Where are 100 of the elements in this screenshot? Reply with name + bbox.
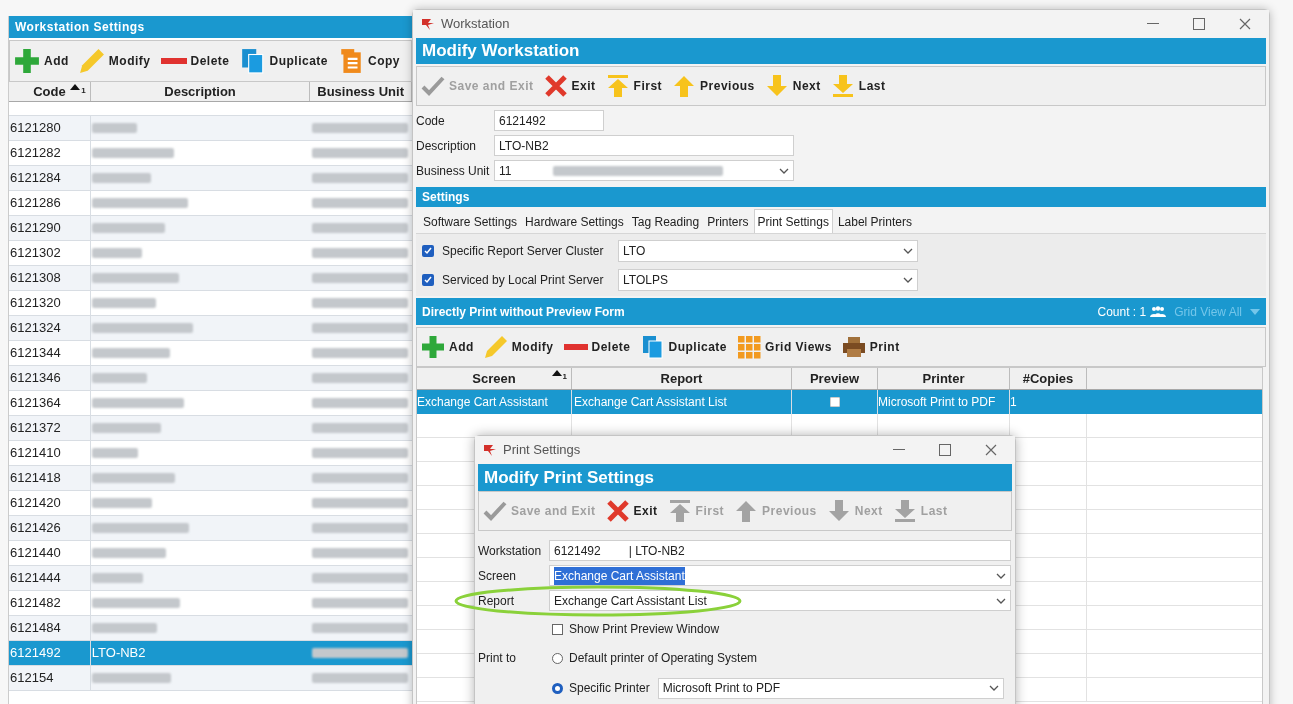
dropdown-field[interactable]: Microsoft Print to PDF xyxy=(657,677,1004,699)
column-header[interactable]: Preview xyxy=(792,368,878,389)
tab[interactable]: Printers xyxy=(704,211,752,233)
table-cell: 6121482 xyxy=(9,591,91,615)
chevron-down-icon xyxy=(903,247,913,254)
table-row[interactable]: 6121440 xyxy=(9,541,412,566)
table-row[interactable]: 6121282 xyxy=(9,141,412,166)
pencil-icon xyxy=(483,335,508,359)
tab[interactable]: Software Settings xyxy=(420,211,521,233)
field-label: Code xyxy=(416,112,446,130)
table-cell: 6121444 xyxy=(9,566,91,590)
toolbar-button[interactable]: Duplicate xyxy=(640,335,728,359)
blurred-text xyxy=(91,448,138,458)
column-header[interactable]: #Copies xyxy=(1010,368,1087,389)
tab[interactable]: Print Settings xyxy=(753,209,833,233)
toolbar-button[interactable]: Add xyxy=(421,335,474,359)
input-field[interactable]: 6121492 xyxy=(494,110,604,131)
chevron-down-icon xyxy=(779,167,789,174)
dropdown-field[interactable]: 11 xyxy=(494,160,794,181)
toolbar-button[interactable]: Print xyxy=(841,335,900,359)
radio-button[interactable] xyxy=(552,652,563,664)
panel-title: Workstation Settings xyxy=(9,16,412,38)
table-row[interactable]: 6121308 xyxy=(9,266,412,291)
tab[interactable]: Label Printers xyxy=(834,211,915,233)
toolbar-button[interactable]: Delete xyxy=(160,52,230,70)
minimize-icon[interactable] xyxy=(893,449,905,451)
table-cell-text: 1 xyxy=(1010,394,1018,411)
minimize-icon[interactable] xyxy=(1147,23,1159,25)
pencil-icon xyxy=(78,48,105,74)
table-row[interactable]: 6121346 xyxy=(9,366,412,391)
column-header[interactable]: Report xyxy=(572,368,792,389)
column-header[interactable]: Screen 1 xyxy=(417,368,572,389)
maximize-icon[interactable] xyxy=(939,444,951,456)
form-header: Modify Workstation xyxy=(416,38,1266,64)
close-icon[interactable] xyxy=(1239,18,1251,30)
chevron-down-icon xyxy=(996,597,1006,604)
input-field[interactable]: 6121492 | LTO-NB2 xyxy=(549,540,1011,561)
blurred-text xyxy=(91,573,143,583)
table-row[interactable]: 6121482 xyxy=(9,591,412,616)
table-row[interactable]: 6121324 xyxy=(9,316,412,341)
table-row[interactable]: 6121426 xyxy=(9,516,412,541)
column-header[interactable]: Description xyxy=(90,82,311,101)
window-title: Print Settings xyxy=(503,441,581,460)
column-header[interactable]: Code 1 xyxy=(9,82,91,101)
toolbar-button[interactable]: Modify xyxy=(78,48,151,74)
form-header: Modify Print Settings xyxy=(478,464,1012,491)
toolbar-button[interactable]: Exit xyxy=(543,74,596,98)
arrow-down-bar-icon xyxy=(892,499,917,523)
dropdown-field[interactable]: Exchange Cart Assistant xyxy=(549,565,1011,586)
toolbar-button[interactable]: Delete xyxy=(563,338,631,356)
table-row[interactable]: 6121372 xyxy=(9,416,412,441)
x-icon xyxy=(605,499,630,523)
toolbar-button[interactable]: Next xyxy=(764,74,821,98)
table-row[interactable]: 612154 xyxy=(9,666,412,691)
column-header[interactable]: Printer xyxy=(878,368,1010,389)
table-row[interactable]: 6121320 xyxy=(9,291,412,316)
toolbar-button[interactable]: Add xyxy=(14,48,69,74)
blurred-text xyxy=(91,173,151,183)
table-row[interactable]: 6121410 xyxy=(9,441,412,466)
toolbar-button[interactable]: Previous xyxy=(672,74,755,98)
toolbar-button[interactable]: First xyxy=(605,74,663,98)
toolbar-button[interactable]: Copy xyxy=(338,48,401,74)
table-row[interactable]: 6121418 xyxy=(9,466,412,491)
radio-button[interactable] xyxy=(552,682,563,694)
chevron-down-icon xyxy=(903,276,913,283)
table-row[interactable]: 6121364 xyxy=(9,391,412,416)
checkbox[interactable] xyxy=(552,623,563,635)
table-row[interactable]: 6121344 xyxy=(9,341,412,366)
table-row[interactable]: 6121420 xyxy=(9,491,412,516)
toolbar-button[interactable]: Exit xyxy=(605,499,658,523)
table-row[interactable]: 6121280 xyxy=(9,116,412,141)
toolbar-button[interactable]: Last xyxy=(830,74,886,98)
input-field[interactable]: LTO-NB2 xyxy=(494,135,794,156)
table-row[interactable]: 6121290 xyxy=(9,216,412,241)
dropdown-field[interactable]: LTOLPS xyxy=(618,268,918,291)
dropdown-field[interactable]: LTO xyxy=(618,239,918,262)
table-cell: 6121440 xyxy=(9,541,91,565)
blurred-text xyxy=(91,498,152,508)
x-icon xyxy=(543,74,568,98)
table-row[interactable]: 6121444 xyxy=(9,566,412,591)
blurred-text xyxy=(91,123,137,133)
option-label: Specific Report Server Cluster xyxy=(442,242,605,260)
table-row[interactable]: 6121484 xyxy=(9,616,412,641)
table-row[interactable]: 6121286 xyxy=(9,191,412,216)
tab[interactable]: Hardware Settings xyxy=(522,211,627,233)
maximize-icon[interactable] xyxy=(1193,18,1205,30)
table-row[interactable]: 6121302 xyxy=(9,241,412,266)
table-row[interactable]: 6121284 xyxy=(9,166,412,191)
toolbar-button[interactable]: Modify xyxy=(483,335,554,359)
close-icon[interactable] xyxy=(985,444,997,456)
arrow-up-icon xyxy=(734,499,759,523)
tab[interactable]: Tag Reading xyxy=(628,211,703,233)
field-label: Report xyxy=(478,592,516,610)
blurred-text xyxy=(91,373,147,383)
toolbar-button[interactable]: Grid Views xyxy=(737,335,832,359)
checkbox[interactable] xyxy=(422,273,434,286)
toolbar-button[interactable]: Duplicate xyxy=(239,48,329,74)
checkbox[interactable] xyxy=(422,244,434,257)
printer-icon xyxy=(841,335,866,359)
dropdown-field[interactable]: Exchange Cart Assistant List xyxy=(549,590,1011,611)
